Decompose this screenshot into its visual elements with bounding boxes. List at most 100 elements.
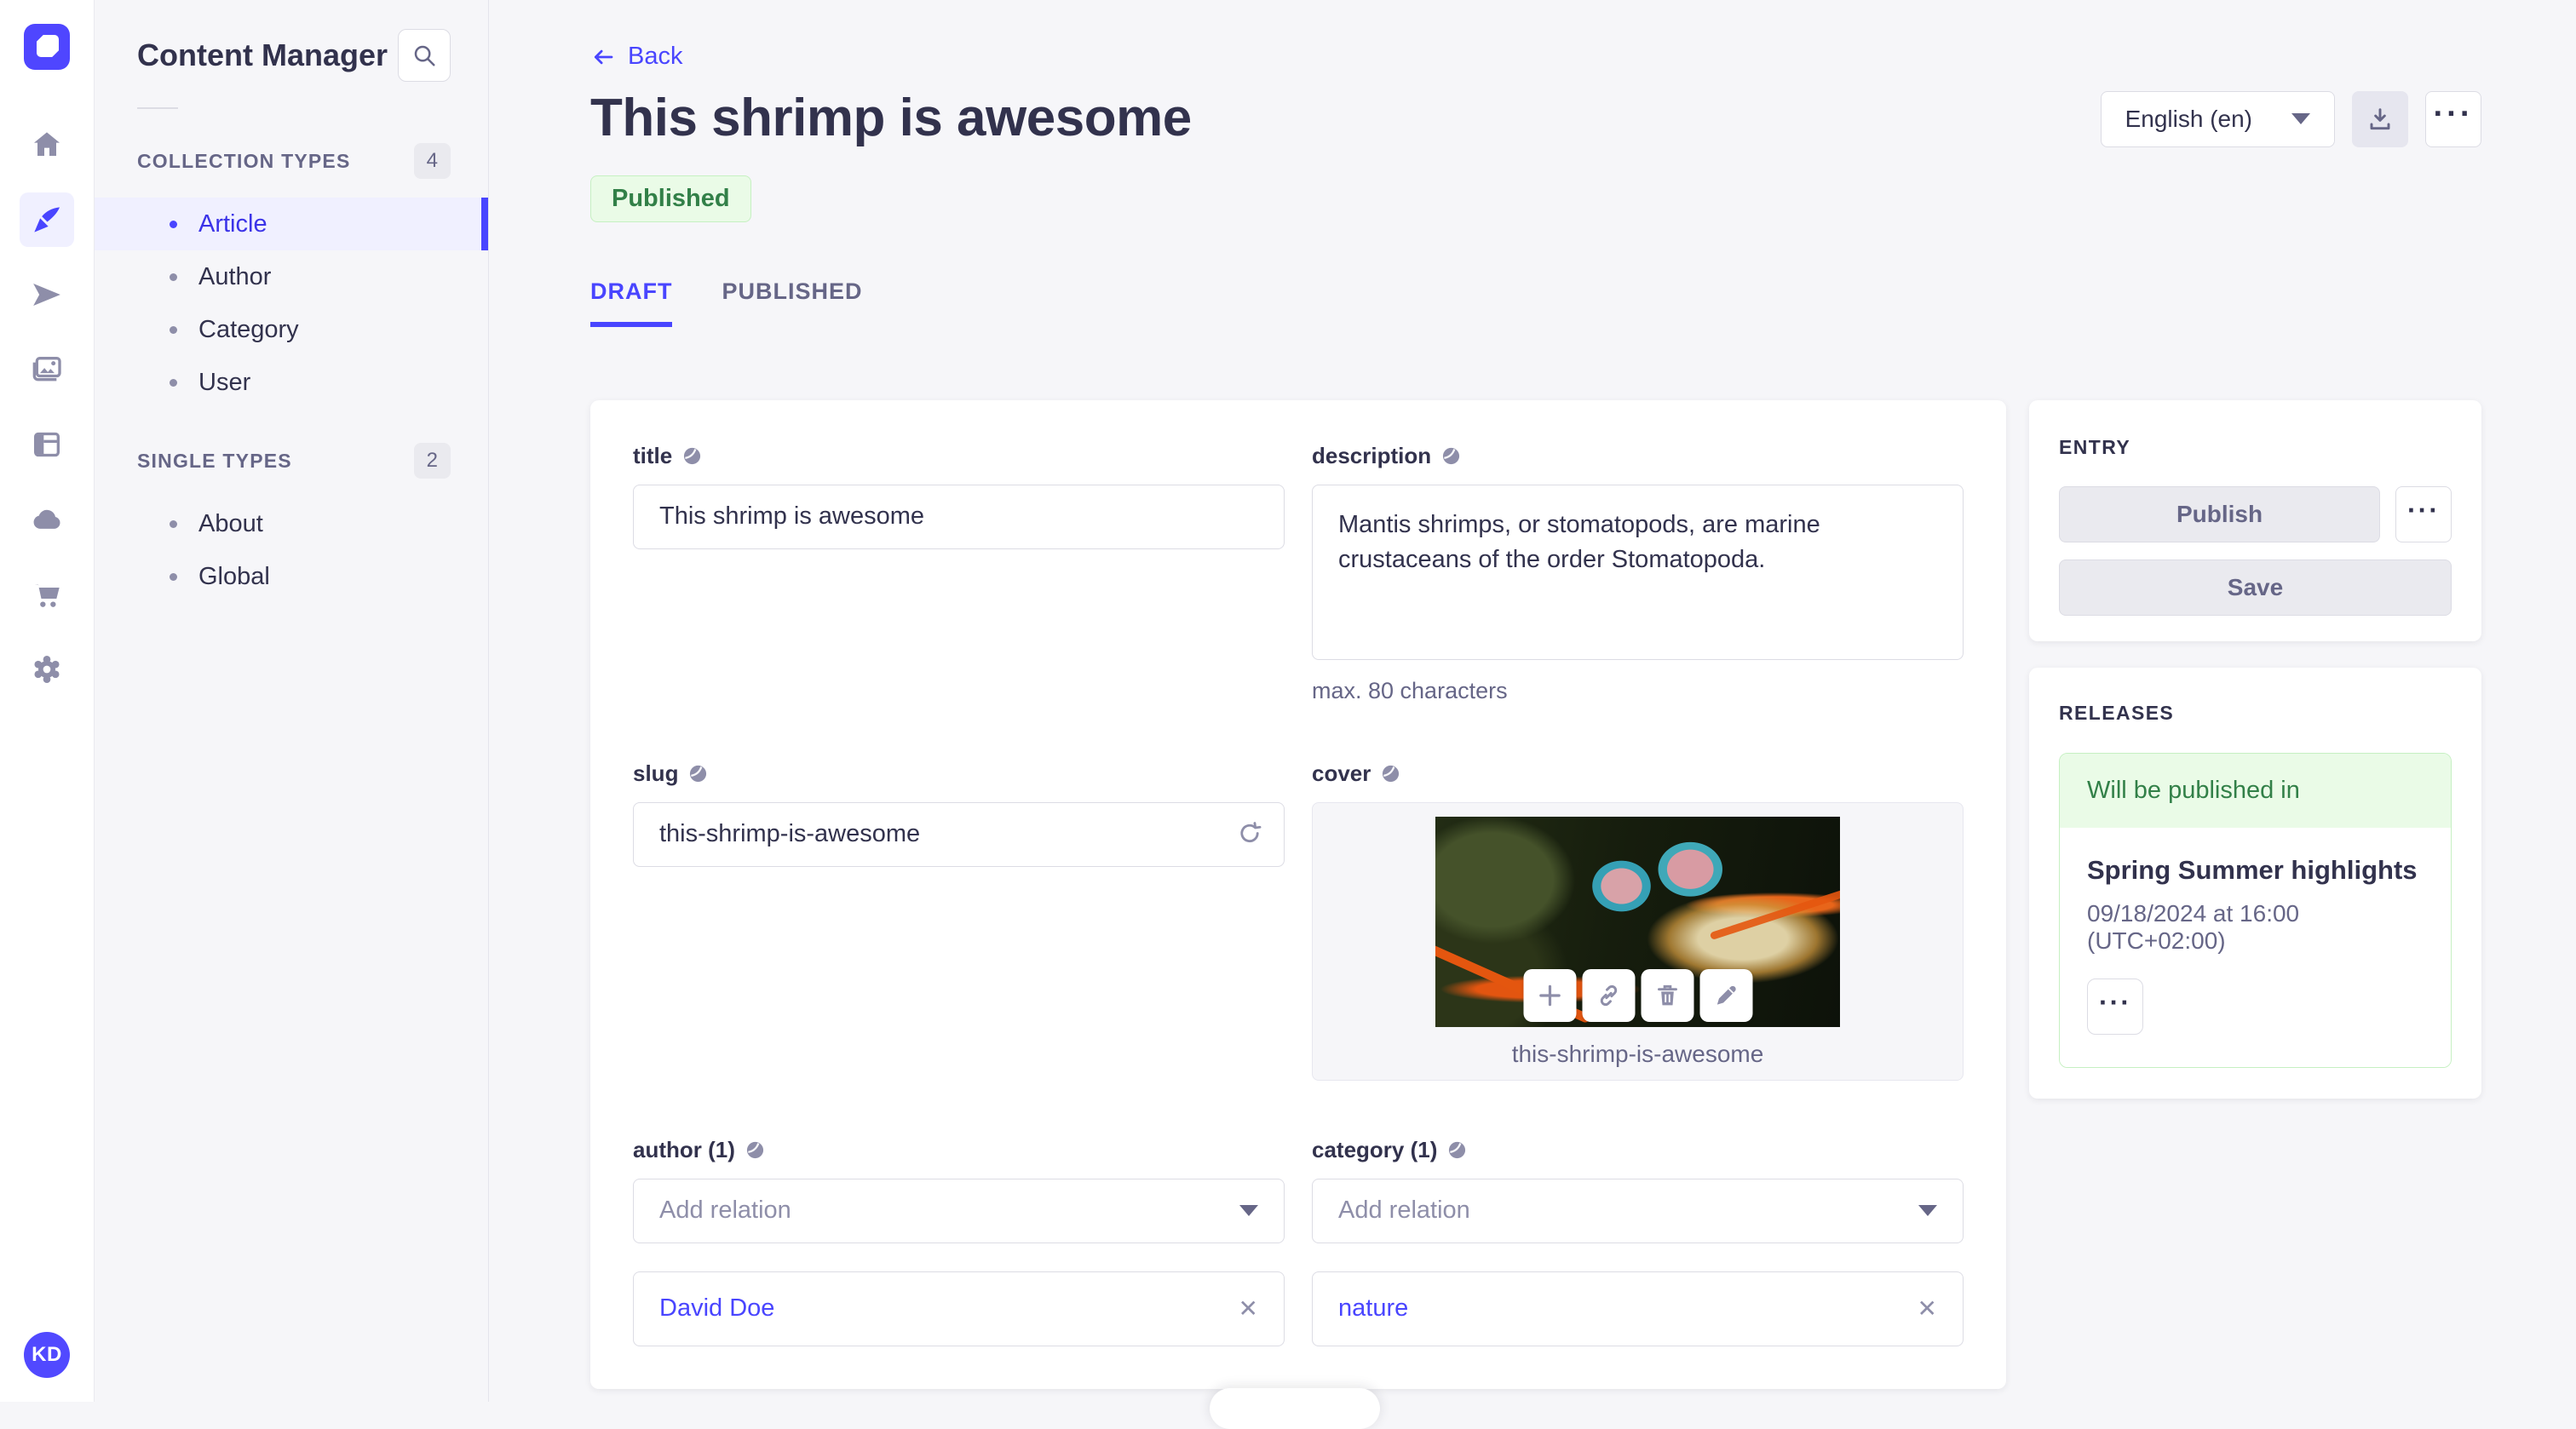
author-field: author (1) Add relation David Doe ✕ xyxy=(633,1137,1285,1346)
release-card: Will be published in Spring Summer highl… xyxy=(2059,752,2452,1068)
page-title: This shrimp is awesome xyxy=(590,88,1192,147)
title-field: title xyxy=(633,443,1285,704)
tab-draft[interactable]: DRAFT xyxy=(590,278,673,327)
settings-gear-icon[interactable] xyxy=(20,642,74,697)
description-textarea[interactable]: Mantis shrimps, or stomatopods, are mari… xyxy=(1312,484,1964,660)
relation-link[interactable]: nature xyxy=(1338,1294,1408,1323)
sidebar-item-global[interactable]: Global xyxy=(95,550,488,603)
relation-link[interactable]: David Doe xyxy=(659,1294,774,1323)
search-button[interactable] xyxy=(398,29,451,82)
trash-icon xyxy=(1657,984,1677,1005)
bullet-icon xyxy=(170,519,177,528)
slug-field-label: slug xyxy=(633,760,679,786)
author-field-label: author (1) xyxy=(633,1136,735,1162)
refresh-icon xyxy=(1240,821,1262,842)
relation-placeholder: Add relation xyxy=(659,1197,791,1224)
title-input[interactable] xyxy=(633,484,1285,549)
sidebar-item-author[interactable]: Author xyxy=(95,250,488,303)
search-icon xyxy=(414,45,435,66)
strapi-logo-glyph xyxy=(37,35,59,57)
collection-types-section: COLLECTION TYPES 4 Article Author Catego… xyxy=(95,143,488,409)
entry-more-button[interactable]: ··· xyxy=(2395,485,2452,542)
bullet-icon xyxy=(170,572,177,581)
cloud-icon[interactable] xyxy=(20,492,74,547)
sidebar-item-label: Category xyxy=(198,315,299,343)
media-library-icon[interactable] xyxy=(20,342,74,397)
i18n-globe-icon xyxy=(1383,765,1400,782)
locale-select-value: English (en) xyxy=(2125,105,2252,132)
entry-form-card: title description xyxy=(590,399,2006,1389)
download-button[interactable] xyxy=(2352,90,2408,147)
category-relation-select[interactable]: Add relation xyxy=(1312,1178,1964,1243)
copy-link-button[interactable] xyxy=(1582,968,1635,1022)
description-helper-text: max. 80 characters xyxy=(1312,677,1508,703)
user-avatar[interactable]: KD xyxy=(24,1332,70,1378)
content-type-builder-icon[interactable] xyxy=(20,417,74,472)
section-label: SINGLE TYPES xyxy=(137,449,292,472)
bullet-icon xyxy=(170,273,177,281)
remove-relation-icon[interactable]: ✕ xyxy=(1239,1294,1258,1323)
cover-toolbar xyxy=(1523,968,1752,1022)
section-count-badge: 2 xyxy=(413,443,451,479)
slug-field: slug xyxy=(633,760,1285,1081)
sidebar-item-label: Global xyxy=(198,562,270,590)
i18n-globe-icon xyxy=(684,447,701,464)
bullet-icon xyxy=(170,378,177,387)
sidebar-item-label: Article xyxy=(198,209,267,238)
sidebar-item-category[interactable]: Category xyxy=(95,303,488,356)
marketplace-cart-icon[interactable] xyxy=(20,567,74,622)
remove-relation-icon[interactable]: ✕ xyxy=(1918,1294,1937,1323)
entry-panel-title: ENTRY xyxy=(2059,435,2131,458)
sidebar-item-about[interactable]: About xyxy=(95,497,488,550)
category-relation-item: nature ✕ xyxy=(1312,1271,1964,1346)
edit-asset-button[interactable] xyxy=(1699,968,1752,1022)
content-manager-sidebar: Content Manager COLLECTION TYPES 4 Artic… xyxy=(95,0,489,1402)
floating-widget-pill[interactable] xyxy=(1210,1388,1380,1429)
chevron-down-icon xyxy=(1239,1205,1258,1216)
i18n-globe-icon xyxy=(690,765,707,782)
nav-rail: KD xyxy=(0,0,95,1402)
save-button[interactable]: Save xyxy=(2059,559,2452,616)
bullet-icon xyxy=(170,325,177,334)
arrow-left-icon xyxy=(594,49,613,64)
release-status: Will be published in xyxy=(2060,753,2451,828)
release-datetime: 09/18/2024 at 16:00 (UTC+02:00) xyxy=(2087,899,2300,954)
paper-plane-icon[interactable] xyxy=(20,267,74,322)
releases-panel-title: RELEASES xyxy=(2059,701,2175,724)
i18n-globe-icon xyxy=(1449,1141,1466,1158)
sidebar-item-article[interactable]: Article xyxy=(95,198,488,250)
release-more-button[interactable]: ··· xyxy=(2087,978,2143,1035)
regenerate-slug-button[interactable] xyxy=(1235,818,1264,850)
sidebar-item-user[interactable]: User xyxy=(95,356,488,409)
chevron-down-icon xyxy=(2291,113,2310,124)
title-field-label: title xyxy=(633,442,673,468)
tab-published[interactable]: PUBLISHED xyxy=(722,278,862,327)
locale-select[interactable]: English (en) xyxy=(2100,90,2335,147)
publish-button[interactable]: Publish xyxy=(2059,485,2380,542)
cover-field-label: cover xyxy=(1312,760,1371,786)
release-name[interactable]: Spring Summer highlights xyxy=(2087,855,2424,886)
more-actions-button[interactable]: ··· xyxy=(2425,90,2481,147)
back-link[interactable]: Back xyxy=(590,43,682,71)
home-icon[interactable] xyxy=(20,118,74,172)
status-badge: Published xyxy=(590,175,751,222)
content-manager-icon[interactable] xyxy=(20,192,74,247)
sidebar-item-label: About xyxy=(198,509,263,537)
slug-input[interactable] xyxy=(633,801,1285,867)
cover-asset-box: this-shrimp-is-awesome xyxy=(1312,801,1964,1081)
releases-panel: RELEASES Will be published in Spring Sum… xyxy=(2029,667,2481,1099)
author-relation-item: David Doe ✕ xyxy=(633,1271,1285,1346)
section-count-badge: 4 xyxy=(413,143,451,179)
delete-asset-button[interactable] xyxy=(1641,968,1693,1022)
bullet-icon xyxy=(170,220,177,228)
i18n-globe-icon xyxy=(1443,447,1460,464)
sidebar-title: Content Manager xyxy=(137,37,388,72)
description-field: description Mantis shrimps, or stomatopo… xyxy=(1312,443,1964,704)
strapi-logo[interactable] xyxy=(24,24,70,70)
entry-panel: ENTRY Publish ··· Save xyxy=(2029,399,2481,641)
cover-image[interactable] xyxy=(1435,816,1840,1027)
author-relation-select[interactable]: Add relation xyxy=(633,1178,1285,1243)
add-asset-button[interactable] xyxy=(1523,968,1576,1022)
download-icon xyxy=(2370,107,2390,129)
chevron-down-icon xyxy=(1918,1205,1937,1216)
